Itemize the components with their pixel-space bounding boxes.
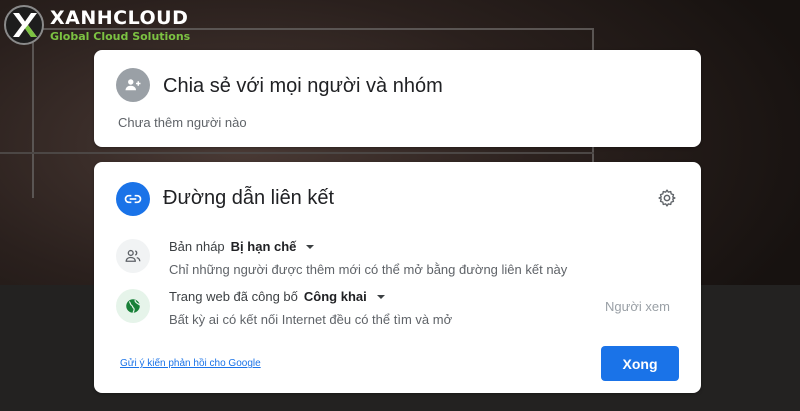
link-settings-card: Đường dẫn liên kết Bản nháp Bị hạn chế C…: [94, 162, 701, 393]
draft-access-dropdown[interactable]: Bị hạn chế: [231, 239, 315, 254]
share-card-title: Chia sẻ với mọi người và nhóm: [163, 75, 443, 97]
draft-label: Bản nháp: [169, 239, 225, 254]
brand-logo: XANHCLOUD Global Cloud Solutions: [4, 4, 190, 46]
share-people-card[interactable]: Chia sẻ với mọi người và nhóm Chưa thêm …: [94, 50, 701, 147]
published-label: Trang web đã công bố: [169, 289, 298, 304]
people-icon: [116, 239, 150, 273]
logo-x-icon: [4, 5, 44, 45]
logo-name: XANHCLOUD: [50, 6, 189, 29]
published-access-dropdown[interactable]: Công khai: [304, 289, 385, 304]
draft-description: Chỉ những người được thêm mới có thể mở …: [169, 262, 568, 277]
chevron-down-icon: [306, 244, 315, 249]
logo-tagline: Global Cloud Solutions: [50, 29, 191, 43]
feedback-link[interactable]: Gửi ý kiến phản hồi cho Google: [120, 358, 261, 369]
chevron-down-icon: [376, 294, 385, 299]
draft-access-value: Bị hạn chế: [230, 239, 297, 254]
published-access-value: Công khai: [303, 289, 367, 304]
link-card-title: Đường dẫn liên kết: [163, 187, 335, 209]
globe-icon: [116, 289, 150, 323]
published-description: Bất kỳ ai có kết nối Internet đều có thể…: [169, 312, 453, 327]
published-access-row: Trang web đã công bố Công khai: [169, 289, 385, 304]
share-card-subtitle: Chưa thêm người nào: [118, 115, 247, 130]
gear-icon[interactable]: [656, 187, 678, 209]
draft-access-row: Bản nháp Bị hạn chế: [169, 239, 315, 254]
link-icon: [116, 182, 150, 216]
done-button[interactable]: Xong: [601, 346, 679, 381]
role-label: Người xem: [605, 299, 670, 314]
person-add-icon: [116, 68, 150, 102]
